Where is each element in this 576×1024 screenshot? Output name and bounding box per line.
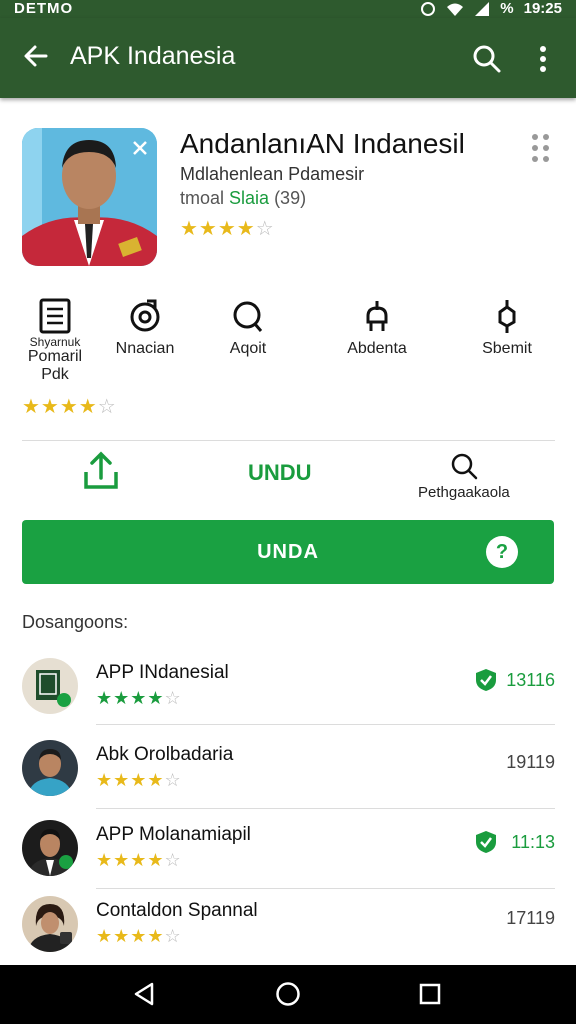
- category-label: Abdenta: [347, 340, 407, 357]
- nav-home-icon[interactable]: [275, 981, 301, 1007]
- category-label: Pomaril: [27, 348, 83, 365]
- meta-highlight: Slaia: [229, 188, 270, 208]
- app-bar: APK Indanesia: [0, 18, 576, 98]
- app-icon: [22, 128, 157, 266]
- signal-icon: [475, 1, 490, 16]
- primary-install-button[interactable]: UNDA ?: [22, 520, 554, 584]
- share-button[interactable]: [82, 450, 120, 495]
- app-bar-title: APK Indanesia: [70, 42, 236, 70]
- verified-shield-icon: [476, 831, 496, 853]
- portrait-image: [22, 128, 157, 266]
- grid-dots-icon[interactable]: [532, 134, 549, 162]
- share-upload-icon: [84, 451, 118, 489]
- category-document[interactable]: Shyarnuk Pomaril Pdk: [10, 298, 100, 384]
- app-meta: tmoal Slaia (39): [180, 188, 306, 209]
- category-label-bottom: Pdk: [41, 366, 69, 383]
- search-icon: [451, 453, 478, 480]
- category-label: Nnacian: [115, 340, 175, 357]
- category-pin[interactable]: Sbemit: [462, 298, 552, 358]
- battery-label: %: [500, 0, 514, 17]
- category-label-top: Shyarnuk: [29, 335, 81, 349]
- tool-icon: [366, 301, 388, 331]
- search-action-label: Pethgaakaola: [418, 484, 510, 501]
- carrier-label: DETMO: [14, 0, 74, 17]
- system-nav-bar: [0, 965, 576, 1024]
- divider: [22, 440, 555, 441]
- list-item-name: APP Molanamiapil: [96, 824, 251, 845]
- app-rating-stars: ★★★★☆: [180, 218, 275, 240]
- divider: [96, 724, 555, 725]
- section-title: Dosangoons:: [22, 612, 129, 632]
- list-item-stars: ★★★★☆: [96, 926, 182, 946]
- list-item-name: Abk Orolbadaria: [96, 744, 234, 765]
- primary-button-label: UNDA: [257, 541, 319, 563]
- list-item-time: 19119: [506, 752, 555, 772]
- pin-icon: [498, 300, 516, 333]
- status-icons: % 19:25: [420, 0, 562, 17]
- chat-icon: [233, 301, 263, 332]
- meta-prefix: tmoal: [180, 188, 230, 208]
- category-tool[interactable]: Abdenta: [332, 298, 422, 358]
- wifi-icon: [447, 3, 464, 16]
- category-label: Sbemit: [482, 340, 532, 357]
- meta-count: (39): [269, 188, 307, 208]
- list-item[interactable]: Contaldon Spannal ★★★★☆ 17119: [22, 896, 555, 976]
- list-item-time: 17119: [506, 908, 555, 928]
- help-icon[interactable]: ?: [486, 536, 518, 568]
- list-item-time: 11:13: [511, 832, 555, 852]
- app-subtitle: Mdlahenlean Pdamesir: [180, 164, 365, 184]
- divider: [96, 808, 555, 809]
- status-time: 19:25: [523, 0, 562, 17]
- avatar: [22, 896, 78, 952]
- list-item[interactable]: APP INdanesial ★★★★☆ 13116: [22, 658, 555, 738]
- divider: [96, 888, 555, 889]
- nav-recents-icon[interactable]: [418, 981, 442, 1007]
- search-icon[interactable]: [472, 44, 502, 74]
- more-vert-icon[interactable]: [536, 44, 550, 74]
- search-action[interactable]: Pethgaakaola: [418, 452, 510, 501]
- app-title: AndanlanıAN Indanesil: [180, 128, 465, 159]
- category-rating-stars: ★★★★☆: [22, 396, 117, 418]
- sync-icon: [421, 1, 436, 16]
- avatar: [22, 820, 78, 876]
- install-action-label[interactable]: UNDU: [248, 460, 312, 486]
- category-label: Aqoit: [229, 340, 267, 357]
- document-icon: [39, 298, 71, 334]
- avatar: [22, 740, 78, 796]
- list-item-stars: ★★★★☆: [96, 770, 182, 790]
- list-item-stars: ★★★★☆: [96, 688, 182, 708]
- category-chat[interactable]: Aqoit: [203, 298, 293, 358]
- category-settings[interactable]: Nnacian: [100, 298, 190, 358]
- nav-back-icon[interactable]: [132, 981, 156, 1007]
- list-item-name: Contaldon Spannal: [96, 900, 258, 921]
- verified-shield-icon: [476, 669, 496, 691]
- back-arrow-icon[interactable]: [22, 42, 50, 70]
- list-item-time: 13116: [506, 670, 555, 690]
- avatar: [22, 658, 78, 714]
- list-item-stars: ★★★★☆: [96, 850, 182, 870]
- status-bar: DETMO % 19:25: [0, 0, 576, 18]
- settings-icon: [130, 299, 160, 332]
- list-item-name: APP INdanesial: [96, 662, 229, 683]
